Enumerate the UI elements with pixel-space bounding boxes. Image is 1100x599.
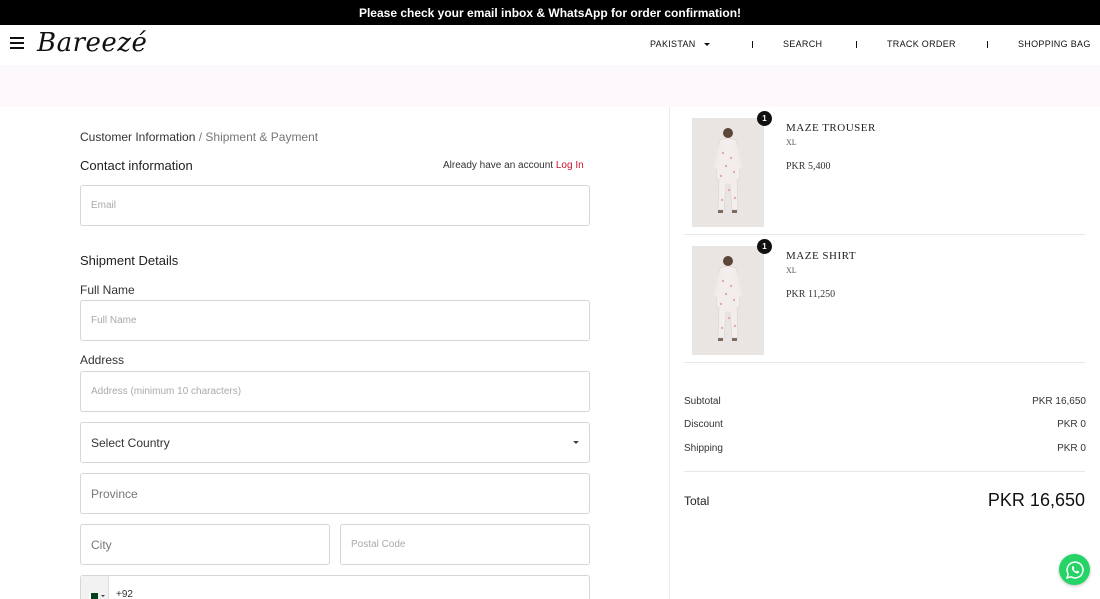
address-input[interactable]: Address (minimum 10 characters) — [80, 371, 590, 412]
quantity-badge: 1 — [757, 239, 772, 254]
pakistan-flag-icon — [89, 593, 98, 599]
shipment-section-title: Shipment Details — [80, 253, 179, 268]
product-image[interactable] — [692, 246, 764, 355]
country-select-value: Select Country — [91, 435, 170, 450]
breadcrumb: Customer Information / Shipment & Paymen… — [80, 130, 318, 144]
phone-input[interactable]: +92 — [80, 575, 590, 599]
chevron-down-icon — [573, 441, 579, 444]
country-label: PAKISTAN — [650, 39, 696, 49]
chevron-down-icon — [703, 43, 710, 47]
breadcrumb-step-customer-info[interactable]: Customer Information — [80, 130, 195, 144]
login-link[interactable]: Log In — [556, 160, 584, 171]
brand-logo[interactable]: Bareezé — [37, 28, 147, 58]
phone-country-dropdown[interactable] — [81, 576, 109, 599]
cart-item: 1 MAZE SHIRT XL PKR 11,250 — [684, 236, 1085, 363]
product-image[interactable] — [692, 118, 764, 227]
nav-shopping-bag-link[interactable]: SHOPPING BAG — [1018, 39, 1091, 49]
full-name-label: Full Name — [80, 283, 135, 297]
nav-separator — [856, 41, 857, 48]
full-name-input[interactable]: Full Name — [80, 300, 590, 341]
discount-label: Discount — [684, 419, 723, 430]
email-input[interactable]: Email — [80, 185, 590, 226]
whatsapp-icon — [1065, 560, 1084, 579]
announcement-bar: Please check your email inbox & WhatsApp… — [0, 0, 1100, 25]
total-label: Total — [684, 494, 710, 508]
shipping-value: PKR 0 — [1057, 443, 1086, 454]
cart-item: 1 MAZE TROUSER XL PKR 5,400 — [684, 108, 1085, 235]
contact-section-title: Contact information — [80, 158, 193, 173]
product-name[interactable]: MAZE TROUSER — [786, 122, 876, 134]
email-placeholder: Email — [91, 200, 117, 211]
nav-separator — [752, 41, 753, 48]
full-name-placeholder: Full Name — [91, 315, 137, 326]
total-value: PKR 16,650 — [987, 490, 1085, 510]
country-selector[interactable]: PAKISTAN — [650, 39, 710, 49]
subtotal-label: Subtotal — [684, 396, 721, 407]
city-placeholder: City — [91, 537, 112, 552]
postal-code-placeholder: Postal Code — [351, 539, 406, 550]
discount-value: PKR 0 — [1057, 419, 1086, 430]
phone-country-code: +92 — [116, 589, 133, 599]
quantity-badge: 1 — [757, 111, 772, 126]
address-placeholder: Address (minimum 10 characters) — [91, 386, 242, 397]
chevron-down-icon — [101, 595, 105, 597]
shipping-label: Shipping — [684, 443, 723, 454]
postal-code-input[interactable]: Postal Code — [340, 524, 590, 565]
discount-row: Discount PKR 0 — [684, 419, 1086, 430]
shipping-row: Shipping PKR 0 — [684, 443, 1086, 454]
announcement-text: Please check your email inbox & WhatsApp… — [358, 5, 742, 20]
product-price: PKR 11,250 — [786, 289, 836, 300]
subtotal-row: Subtotal PKR 16,650 — [684, 396, 1086, 407]
product-size: XL — [786, 266, 797, 275]
city-input[interactable]: City — [80, 524, 330, 565]
summary-divider — [684, 471, 1085, 472]
subtotal-value: PKR 16,650 — [1032, 396, 1086, 407]
breadcrumb-step-shipment: / Shipment & Payment — [195, 130, 319, 144]
account-prompt: Already have an account Log In — [443, 160, 584, 171]
product-price: PKR 5,400 — [786, 161, 831, 172]
whatsapp-chat-button[interactable] — [1059, 554, 1090, 585]
site-header: Bareezé PAKISTAN SEARCH TRACK ORDER SHOP… — [0, 25, 1100, 65]
province-input[interactable]: Province — [80, 473, 590, 514]
account-prompt-text: Already have an account — [443, 160, 556, 171]
product-name[interactable]: MAZE SHIRT — [786, 250, 856, 262]
column-divider — [669, 107, 670, 599]
product-size: XL — [786, 138, 797, 147]
province-placeholder: Province — [91, 486, 138, 501]
nav-track-order-link[interactable]: TRACK ORDER — [887, 39, 956, 49]
hamburger-menu-icon[interactable] — [10, 37, 24, 49]
nav-search-link[interactable]: SEARCH — [783, 39, 822, 49]
nav-separator — [987, 41, 988, 48]
header-band — [0, 65, 1100, 107]
address-label: Address — [80, 353, 125, 367]
country-select[interactable]: Select Country — [80, 422, 590, 463]
